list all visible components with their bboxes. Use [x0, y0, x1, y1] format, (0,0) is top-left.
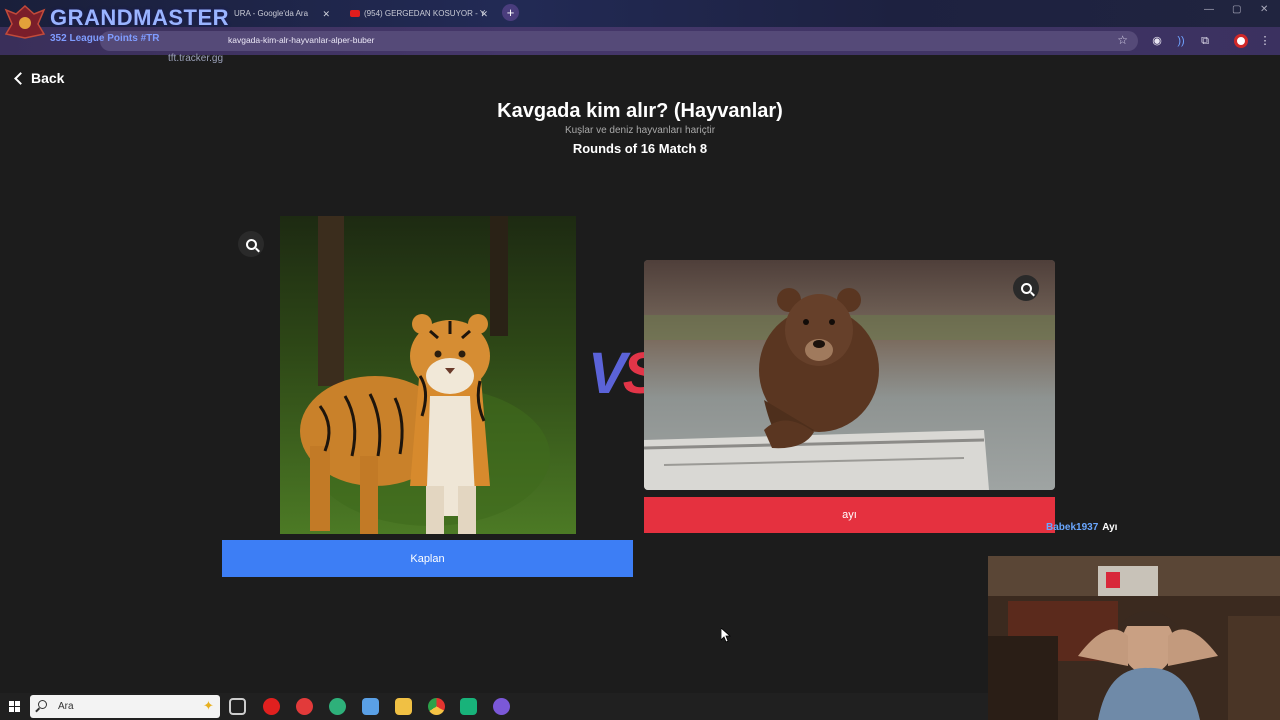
edge-icon[interactable] — [329, 698, 346, 715]
maximize-icon[interactable]: ▢ — [1232, 4, 1241, 15]
screen: URA - Google'da Ara ✕ (954) GERGEDAN KOS… — [0, 0, 1280, 720]
taskbar-search-placeholder: Ara — [58, 701, 74, 712]
windows-taskbar: Ara ✦ — [0, 693, 988, 720]
task-view-icon[interactable] — [229, 698, 246, 715]
tiger-illustration — [280, 216, 576, 534]
close-window-icon[interactable]: ✕ — [1260, 4, 1268, 15]
youtube-icon — [350, 10, 360, 18]
extensions-puzzle-icon[interactable]: ⧉ — [1198, 34, 1212, 48]
overlay-league-points: 352 League Points #TR — [50, 33, 160, 44]
chat-text: Ayı — [1102, 522, 1118, 533]
bear-image[interactable] — [644, 260, 1055, 490]
file-explorer-icon[interactable] — [395, 698, 412, 715]
tab-google-search[interactable]: URA - Google'da Ara ✕ — [226, 3, 336, 25]
minimize-icon[interactable]: — — [1204, 4, 1214, 15]
choice-ayi-button[interactable]: ayı — [644, 497, 1055, 533]
chat-message: Babek1937 Ayı — [1046, 522, 1117, 533]
search-icon — [38, 700, 47, 709]
copilot-sparkle-icon: ✦ — [203, 698, 214, 713]
overlay-rank-title: GRANDMASTER — [50, 5, 230, 30]
mouse-cursor-icon — [721, 628, 731, 643]
url-text: kavgada-kim-alr-hayvanlar-alper-buber — [228, 35, 375, 45]
back-label: Back — [31, 70, 65, 86]
zoom-in-icon — [1020, 282, 1032, 294]
overlay-tracker-text: tft.tracker.gg — [168, 53, 224, 64]
chevron-left-icon — [14, 71, 27, 85]
app-red-icon[interactable] — [296, 698, 313, 715]
tab-label: (954) GERGEDAN KOSUYOR - Y — [364, 9, 486, 18]
menu-kebab-icon[interactable]: ⋮ — [1258, 34, 1272, 48]
taskbar-search-input[interactable]: Ara ✦ — [30, 695, 220, 718]
tab-label: URA - Google'da Ara — [234, 9, 309, 18]
webcam-scene — [988, 556, 1280, 720]
page-subtitle: Kuşlar ve deniz hayvanları hariçtir — [564, 125, 716, 136]
round-label: Rounds of 16 Match 8 — [572, 141, 708, 156]
vs-letter-v: V — [588, 341, 627, 406]
store-icon[interactable] — [362, 698, 379, 715]
webcam-feed — [988, 556, 1280, 720]
close-tab-icon[interactable]: ✕ — [480, 3, 488, 25]
discord-icon[interactable] — [493, 698, 510, 715]
zoom-right-button[interactable] — [1013, 275, 1039, 301]
new-tab-button[interactable]: + — [502, 4, 519, 21]
page-title: Kavgada kim alır? (Hayvanlar) — [497, 100, 783, 122]
tab-youtube[interactable]: (954) GERGEDAN KOSUYOR - Y ✕ — [342, 3, 494, 25]
grandmaster-emblem-icon — [4, 4, 46, 39]
extension-camera-icon[interactable]: ◉ — [1150, 34, 1164, 48]
chrome-icon[interactable] — [428, 698, 445, 715]
back-button[interactable]: Back — [12, 70, 64, 86]
bear-illustration — [644, 260, 1055, 490]
tiger-image[interactable] — [280, 216, 576, 534]
profile-avatar[interactable] — [1234, 34, 1248, 48]
browser-toolbar: ~ kavgada-kim-alr-hayvanlar-alper-buber … — [0, 27, 1280, 55]
zoom-in-icon — [245, 238, 257, 250]
choice-kaplan-button[interactable]: Kaplan — [222, 540, 633, 577]
bookmark-star-icon[interactable]: ☆ — [1117, 33, 1128, 47]
windows-start-icon[interactable] — [9, 701, 20, 712]
address-bar[interactable]: ~ kavgada-kim-alr-hayvanlar-alper-buber … — [100, 31, 1138, 51]
extension-audio-icon[interactable]: )) — [1174, 34, 1188, 48]
zoom-left-button[interactable] — [238, 231, 264, 257]
close-tab-icon[interactable]: ✕ — [322, 3, 330, 25]
app-green-icon[interactable] — [460, 698, 477, 715]
opera-icon[interactable] — [263, 698, 280, 715]
chat-username: Babek1937 — [1046, 522, 1099, 533]
